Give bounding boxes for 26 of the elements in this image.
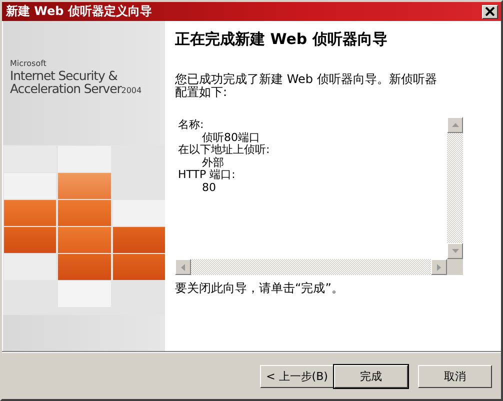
product-name: Acceleration Server <box>10 82 122 95</box>
close-button[interactable] <box>482 4 498 18</box>
summary-label: 在以下地址上侦听: <box>178 144 271 156</box>
up-arrow-icon <box>452 123 458 127</box>
wizard-heading: 正在完成新建 Web 侦听器向导 <box>175 29 388 49</box>
summary-label: HTTP 端口: <box>178 169 236 182</box>
left-arrow-icon <box>181 264 185 270</box>
closing-text: 要关闭此向导，请单击“完成”。 <box>175 280 344 297</box>
down-arrow-icon <box>452 249 458 253</box>
intro-text: 您已成功完成了新建 Web 侦听器向导。新侦听器配置如下: <box>175 73 437 99</box>
wizard-button[interactable]: 完成 <box>334 364 408 388</box>
summary-value: 80 <box>201 182 217 194</box>
window-title: 新建 Web 侦听器定义向导 <box>6 3 153 20</box>
summary-label: 名称: <box>178 119 205 132</box>
right-arrow-icon <box>437 264 441 270</box>
brand-company: Microsoft <box>10 59 48 69</box>
summary-value: 侦听80端口 <box>201 132 261 144</box>
wizard-button[interactable]: < 上一步(B) <box>260 364 334 388</box>
summary-value: 外部 <box>201 156 225 169</box>
scrollbar-corner <box>447 259 463 275</box>
wizard-button[interactable]: 取消 <box>418 364 492 388</box>
horizontal-scrollbar[interactable] <box>175 259 463 275</box>
close-icon <box>485 7 495 16</box>
vertical-scrollbar[interactable] <box>447 117 463 259</box>
product-name: Internet Security & <box>10 69 118 82</box>
product-version: 2004 <box>121 86 142 95</box>
